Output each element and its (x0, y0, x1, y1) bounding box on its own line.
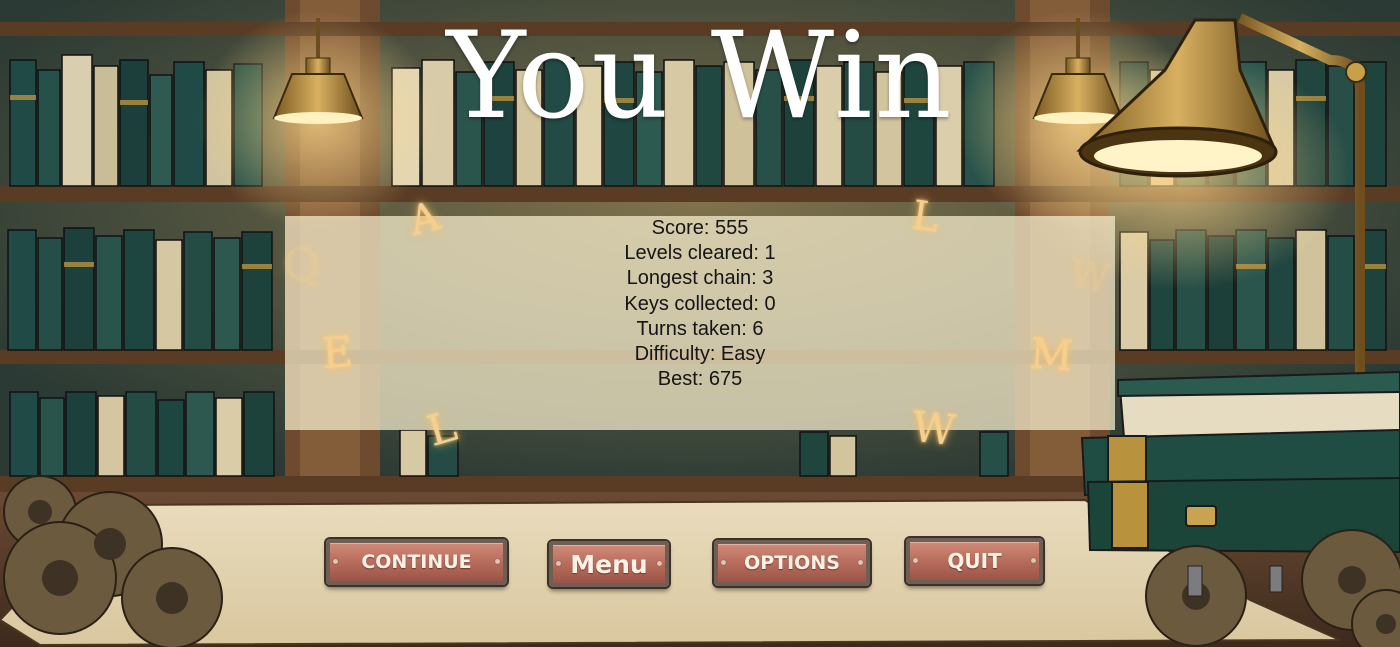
continue-button[interactable]: CONTINUE (326, 539, 507, 585)
levels-cleared-stat: Levels cleared: 1 (624, 242, 776, 265)
options-button[interactable]: OPTIONS (714, 540, 870, 586)
win-title: You Win (446, 7, 954, 146)
turns-taken-stat: Turns taken: 6 (636, 317, 764, 340)
floating-letter: W (909, 401, 958, 456)
best-score-stat: Best: 675 (657, 368, 743, 391)
longest-chain-stat: Longest chain: 3 (626, 267, 774, 290)
menu-button[interactable]: Menu (549, 541, 669, 587)
keys-collected-stat: Keys collected: 0 (624, 292, 776, 315)
options-button-label: OPTIONS (744, 552, 840, 574)
quit-button-label: QUIT (947, 549, 1002, 573)
continue-button-label: CONTINUE (361, 551, 472, 573)
quit-button[interactable]: QUIT (906, 538, 1043, 584)
game-scene: You Win Score: 555 Levels cleared: 1 Lon… (0, 0, 1400, 647)
stats-list: Score: 555 Levels cleared: 1 Longest cha… (285, 216, 1115, 392)
floating-letter: E (320, 326, 355, 379)
floating-letter: M (1028, 328, 1075, 381)
floating-letter: W (1066, 250, 1113, 302)
difficulty-stat: Difficulty: Easy (634, 342, 766, 365)
menu-button-label: Menu (570, 549, 648, 579)
